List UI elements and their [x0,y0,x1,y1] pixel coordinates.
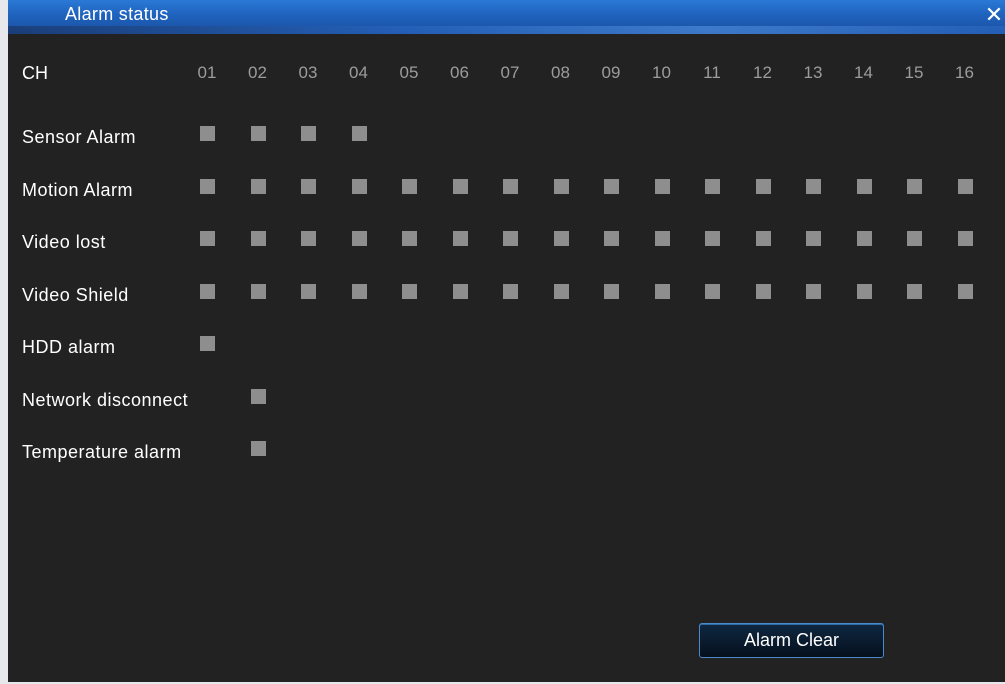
alarm-indicator-video-lost-ch05 [402,231,417,246]
channel-number-16: 16 [955,63,974,82]
channel-number-04: 04 [349,63,368,82]
alarm-status-window: Alarm status ✕ CH 01 02 03 04 05 06 07 08 09 10 11… [0,0,1005,684]
channel-number-10: 10 [652,63,671,82]
alarm-indicator-motion-alarm-ch03 [301,178,316,194]
channel-number-09: 09 [601,63,621,82]
title-bar: Alarm status ✕ [8,0,1005,34]
alarm-indicator-network-disconnect-ch02 [250,388,266,404]
channel-number-05: 05 [399,63,419,82]
alarm-indicator-motion-alarm-ch10 [654,178,670,194]
alarm-indicator-video-lost-ch03 [301,231,316,246]
alarm-indicator-video-shield-ch05 [402,283,417,299]
alarm-indicator-video-lost-ch09 [604,231,619,246]
row-label-network-disconnect: Network disconnect [22,389,189,410]
channel-number-06: 06 [450,63,469,82]
row-label-video-lost: Video lost [22,232,106,252]
alarm-indicator-motion-alarm-ch05 [402,178,417,194]
channel-number-14: 14 [854,63,873,82]
alarm-indicator-video-shield-ch07 [503,283,518,299]
alarm-indicator-motion-alarm-ch12 [755,178,771,194]
alarm-indicator-video-shield-ch09 [604,283,619,299]
alarm-indicator-video-lost-ch06 [452,231,468,246]
alarm-indicator-video-shield-ch11 [705,283,720,299]
alarm-indicator-video-lost-ch15 [907,231,922,246]
window-title: Alarm status [65,4,169,24]
alarm-indicator-video-lost-ch13 [806,231,821,246]
alarm-indicator-video-shield-ch14 [856,283,872,299]
alarm-indicator-video-shield-ch12 [755,283,771,299]
close-icon[interactable]: ✕ [983,4,1005,26]
alarm-indicator-video-lost-ch16 [957,231,973,246]
alarm-indicator-motion-alarm-ch08 [553,178,569,194]
channel-number-08: 08 [551,63,570,82]
alarm-indicator-video-lost-ch12 [755,231,771,246]
alarm-indicator-video-shield-ch16 [957,283,973,299]
alarm-indicator-video-shield-ch13 [806,283,821,299]
alarm-indicator-video-lost-ch14 [856,231,872,246]
alarm-indicator-video-lost-ch01 [200,231,215,246]
alarm-indicator-motion-alarm-ch02 [250,178,266,194]
alarm-indicator-sensor-alarm-ch01 [200,126,215,141]
alarm-indicator-video-lost-ch11 [705,231,720,246]
channel-number-11: 11 [703,63,721,82]
alarm-indicator-video-shield-ch04 [351,283,367,299]
alarm-indicator-temperature-alarm-ch02 [250,441,266,456]
alarm-indicator-motion-alarm-ch04 [351,178,367,194]
alarm-indicator-video-shield-ch06 [452,283,468,299]
channel-number-01: 01 [197,63,217,82]
alarm-indicator-motion-alarm-ch11 [705,178,720,194]
alarm-indicator-hdd-alarm-ch01 [200,336,215,351]
alarm-indicator-motion-alarm-ch16 [957,178,973,194]
alarm-indicator-video-lost-ch02 [250,231,266,246]
alarm-indicator-motion-alarm-ch01 [200,178,215,194]
row-label-sensor-alarm: Sensor Alarm [22,127,137,147]
row-label-video-shield: Video Shield [22,284,129,305]
alarm-indicator-video-lost-ch04 [351,231,367,246]
alarm-indicator-video-lost-ch07 [503,231,518,246]
alarm-indicator-motion-alarm-ch14 [856,178,872,194]
alarm-indicator-video-lost-ch10 [654,231,670,246]
alarm-indicator-sensor-alarm-ch02 [250,126,266,141]
channel-number-07: 07 [500,63,520,82]
alarm-indicator-sensor-alarm-ch04 [351,126,367,141]
row-label-hdd-alarm: HDD alarm [22,337,116,357]
alarm-indicator-video-shield-ch03 [301,283,316,299]
alarm-indicator-video-shield-ch15 [907,283,922,299]
alarm-indicator-video-shield-ch10 [654,283,670,299]
channel-number-02: 02 [248,63,267,82]
row-label-temperature-alarm: Temperature alarm [22,442,182,462]
alarm-indicator-motion-alarm-ch09 [604,178,619,194]
alarm-indicator-video-shield-ch02 [250,283,266,299]
alarm-indicator-video-shield-ch01 [200,283,215,299]
channel-number-12: 12 [753,63,772,82]
alarm-indicator-motion-alarm-ch13 [806,178,821,194]
alarm-indicator-motion-alarm-ch07 [503,178,518,194]
channel-number-13: 13 [803,63,823,82]
alarm-indicator-motion-alarm-ch06 [452,178,468,194]
ch-header-label: CH [22,63,48,83]
channel-number-03: 03 [298,63,318,82]
alarm-indicator-motion-alarm-ch15 [907,178,922,194]
channel-number-15: 15 [904,63,924,82]
alarm-indicator-video-lost-ch08 [553,231,569,246]
alarm-indicator-sensor-alarm-ch03 [301,126,316,141]
alarm-indicator-video-shield-ch08 [553,283,569,299]
alarm-clear-button[interactable]: Alarm Clear [699,623,884,658]
row-label-motion-alarm: Motion Alarm [22,179,134,200]
